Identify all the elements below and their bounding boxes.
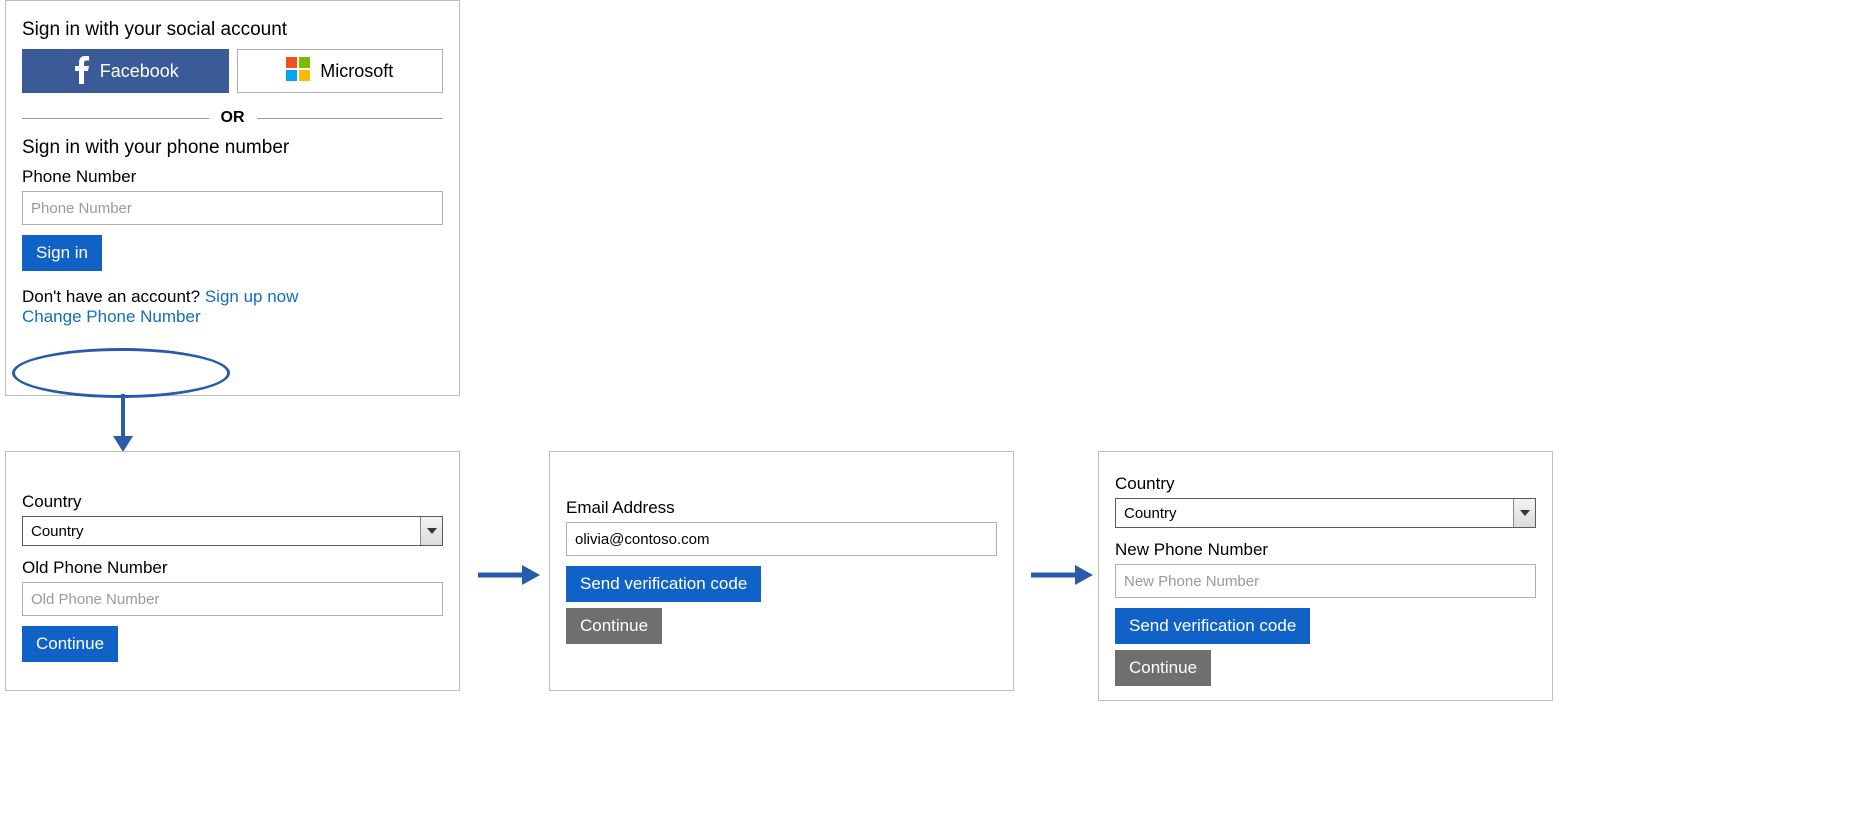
country-label: Country — [22, 492, 443, 512]
facebook-icon — [72, 54, 90, 89]
change-phone-row: Change Phone Number — [22, 307, 443, 327]
flow-arrow-1-2 — [478, 560, 540, 590]
facebook-label: Facebook — [100, 61, 179, 82]
continue-button-step2[interactable]: Continue — [566, 608, 662, 644]
new-phone-input[interactable] — [1115, 564, 1536, 598]
step3-panel: Country Country New Phone Number Send ve… — [1098, 451, 1553, 701]
email-label: Email Address — [566, 498, 997, 518]
microsoft-button[interactable]: Microsoft — [237, 49, 444, 93]
old-phone-input[interactable] — [22, 582, 443, 616]
change-phone-link[interactable]: Change Phone Number — [22, 307, 201, 326]
flow-arrow-2-3 — [1031, 560, 1093, 590]
send-code-button-step3[interactable]: Send verification code — [1115, 608, 1310, 644]
country-select[interactable]: Country — [22, 516, 443, 546]
old-phone-label: Old Phone Number — [22, 558, 443, 578]
signup-link[interactable]: Sign up now — [205, 287, 299, 306]
phone-number-input[interactable] — [22, 191, 443, 225]
microsoft-label: Microsoft — [320, 61, 393, 82]
step1-panel: Country Country Old Phone Number Continu… — [5, 451, 460, 691]
signup-prompt: Don't have an account? Sign up now — [22, 287, 443, 307]
send-code-button-step2[interactable]: Send verification code — [566, 566, 761, 602]
email-input[interactable] — [566, 522, 997, 556]
flow-arrow-down — [108, 394, 138, 454]
step2-panel: Email Address Send verification code Con… — [549, 451, 1014, 691]
or-divider: OR — [22, 109, 443, 127]
social-buttons-row: Facebook Microsoft — [22, 49, 443, 93]
facebook-button[interactable]: Facebook — [22, 49, 229, 93]
phone-heading: Sign in with your phone number — [22, 137, 443, 159]
country-label-step3: Country — [1115, 474, 1536, 494]
phone-number-label: Phone Number — [22, 167, 443, 187]
country-select-step3[interactable]: Country — [1115, 498, 1536, 528]
signin-panel: Sign in with your social account Faceboo… — [5, 0, 460, 396]
new-phone-label: New Phone Number — [1115, 540, 1536, 560]
social-heading: Sign in with your social account — [22, 19, 443, 41]
microsoft-icon — [286, 57, 310, 86]
signin-button[interactable]: Sign in — [22, 235, 102, 271]
continue-button-step3[interactable]: Continue — [1115, 650, 1211, 686]
continue-button-step1[interactable]: Continue — [22, 626, 118, 662]
no-account-text: Don't have an account? — [22, 287, 200, 306]
or-label: OR — [209, 109, 257, 127]
